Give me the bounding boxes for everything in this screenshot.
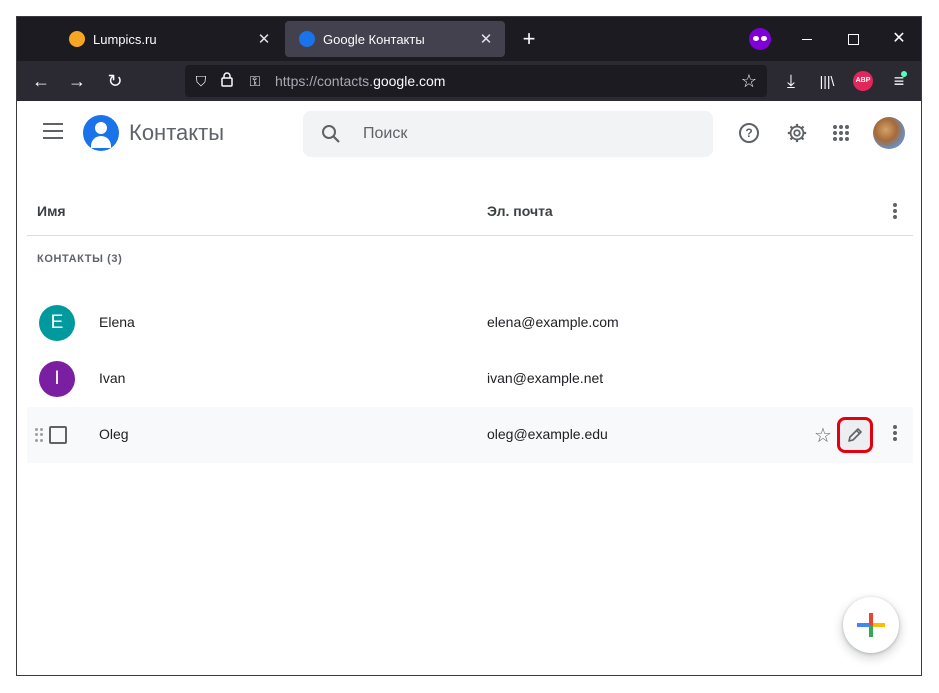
tab-title: Lumpics.ru — [93, 31, 157, 47]
close-tab-icon[interactable]: ✕ — [255, 30, 273, 48]
edit-contact-button[interactable] — [837, 417, 873, 453]
tab-title: Google Контакты — [323, 31, 425, 47]
contacts-logo-icon — [83, 115, 119, 151]
address-bar[interactable]: ⛉ ⚿ https://contacts.google.com ☆ — [185, 65, 767, 97]
adblock-plus-icon[interactable]: ABP — [853, 71, 873, 91]
back-icon[interactable]: ← — [29, 69, 53, 93]
email-column-header[interactable]: Эл. почта — [487, 203, 553, 219]
app-title: Контакты — [129, 120, 225, 145]
search-box[interactable]: Поиск — [303, 111, 713, 157]
contact-row[interactable]: Oleg oleg@example.edu ☆ — [27, 407, 913, 463]
plus-icon — [857, 613, 885, 637]
contact-email: oleg@example.edu — [487, 426, 608, 442]
close-window-icon[interactable]: ✕ — [887, 27, 911, 51]
library-icon[interactable]: |||\ — [815, 69, 839, 93]
tab-google-contacts[interactable]: Google Контакты ✕ — [285, 21, 505, 57]
reload-icon[interactable]: ↻ — [103, 69, 127, 93]
apps-grid-icon[interactable] — [827, 119, 855, 147]
forward-icon[interactable]: → — [65, 69, 89, 93]
contact-name: Ivan — [99, 370, 126, 386]
maximize-icon[interactable] — [841, 27, 865, 51]
contact-row[interactable]: E Elena elena@example.com — [27, 295, 913, 351]
account-avatar[interactable] — [873, 117, 905, 149]
pencil-icon — [848, 428, 862, 442]
contact-name: Elena — [99, 314, 135, 330]
section-label: КОНТАКТЫ (3) — [37, 253, 123, 265]
key-icon[interactable]: ⚿ — [245, 71, 265, 91]
more-vert-icon[interactable] — [893, 203, 897, 221]
update-badge-icon — [901, 71, 907, 77]
lock-icon[interactable] — [217, 71, 237, 91]
menu-icon[interactable]: ≡ — [887, 69, 911, 93]
name-column-header[interactable]: Имя — [37, 203, 66, 219]
app-bar: Контакты Поиск ? — [17, 101, 921, 165]
minimize-icon[interactable] — [795, 27, 819, 51]
star-icon[interactable]: ☆ — [811, 423, 835, 448]
shield-icon[interactable]: ⛉ — [191, 71, 211, 91]
contacts-page: Контакты Поиск ? Имя Эл. почта КОНТАКТЫ … — [17, 101, 921, 675]
contact-name: Oleg — [99, 426, 129, 442]
avatar: I — [39, 361, 75, 397]
more-vert-icon[interactable] — [893, 425, 897, 443]
close-tab-icon[interactable]: ✕ — [477, 30, 495, 48]
private-browsing-icon — [749, 28, 771, 50]
column-header-row: Имя Эл. почта — [27, 187, 913, 236]
tab-lumpics[interactable]: Lumpics.ru ✕ — [55, 21, 283, 57]
drag-handle-icon[interactable] — [35, 428, 43, 442]
new-tab-icon[interactable]: + — [517, 27, 541, 51]
contact-email: ivan@example.net — [487, 370, 604, 386]
contact-email: elena@example.com — [487, 314, 619, 330]
url-text[interactable]: https://contacts.google.com — [275, 73, 445, 89]
contacts-favicon-icon — [299, 31, 315, 47]
download-icon[interactable]: ⤓ — [779, 69, 803, 93]
tab-bar: Lumpics.ru ✕ Google Контакты ✕ + ✕ — [17, 17, 921, 61]
search-placeholder: Поиск — [363, 125, 408, 142]
help-icon[interactable]: ? — [735, 119, 763, 147]
search-icon[interactable] — [319, 122, 343, 146]
lumpics-favicon-icon — [69, 31, 85, 47]
select-checkbox[interactable] — [49, 426, 67, 444]
create-contact-fab[interactable] — [843, 597, 899, 653]
browser-window: Lumpics.ru ✕ Google Контакты ✕ + ✕ ← → ↻… — [16, 16, 922, 676]
bookmark-star-icon[interactable]: ☆ — [739, 71, 759, 91]
avatar: E — [39, 305, 75, 341]
hamburger-menu-icon[interactable] — [43, 123, 63, 139]
settings-gear-icon[interactable] — [783, 119, 811, 147]
nav-bar: ← → ↻ ⛉ ⚿ https://contacts.google.com ☆ … — [17, 61, 921, 101]
contact-row[interactable]: I Ivan ivan@example.net — [27, 351, 913, 407]
